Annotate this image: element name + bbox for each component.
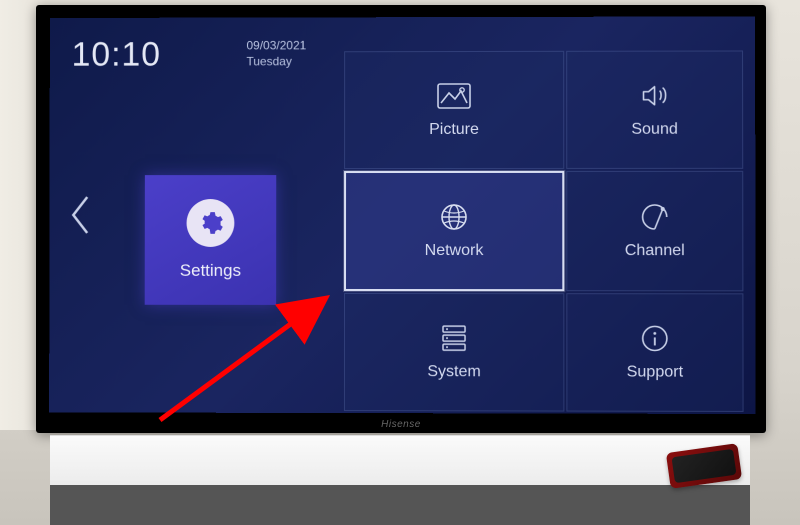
picture-icon xyxy=(437,81,471,111)
tile-network-label: Network xyxy=(425,242,484,260)
gear-icon xyxy=(198,210,224,236)
channel-icon xyxy=(638,202,672,232)
tile-picture[interactable]: Picture xyxy=(344,51,564,169)
tv-stand-top xyxy=(50,435,750,486)
back-button[interactable] xyxy=(67,193,93,237)
tile-network[interactable]: Network xyxy=(344,171,564,291)
settings-tile[interactable]: Settings xyxy=(145,175,277,305)
left-panel: Settings xyxy=(49,17,332,413)
settings-grid: Picture Sound xyxy=(344,50,744,409)
settings-tile-label: Settings xyxy=(180,261,241,281)
tile-picture-label: Picture xyxy=(429,121,479,139)
system-icon xyxy=(437,323,471,353)
tv-stand-front xyxy=(50,485,750,525)
tile-support[interactable]: Support xyxy=(566,293,743,412)
tile-sound-label: Sound xyxy=(631,121,678,139)
tile-system[interactable]: System xyxy=(344,293,564,412)
tile-support-label: Support xyxy=(627,363,683,381)
gear-icon-bg xyxy=(187,199,235,247)
tile-system-label: System xyxy=(427,363,480,381)
chevron-left-icon xyxy=(67,193,93,237)
support-icon xyxy=(638,323,672,353)
sound-icon xyxy=(637,81,671,111)
tile-channel-label: Channel xyxy=(625,242,685,260)
network-icon xyxy=(437,202,471,232)
tile-channel[interactable]: Channel xyxy=(566,171,743,291)
tv-screen: 10:10 09/03/2021 Tuesday Settings xyxy=(49,16,756,414)
tv-frame: 10:10 09/03/2021 Tuesday Settings xyxy=(36,5,766,433)
tv-brand-logo: Hisense xyxy=(381,419,421,430)
tile-sound[interactable]: Sound xyxy=(566,50,743,168)
